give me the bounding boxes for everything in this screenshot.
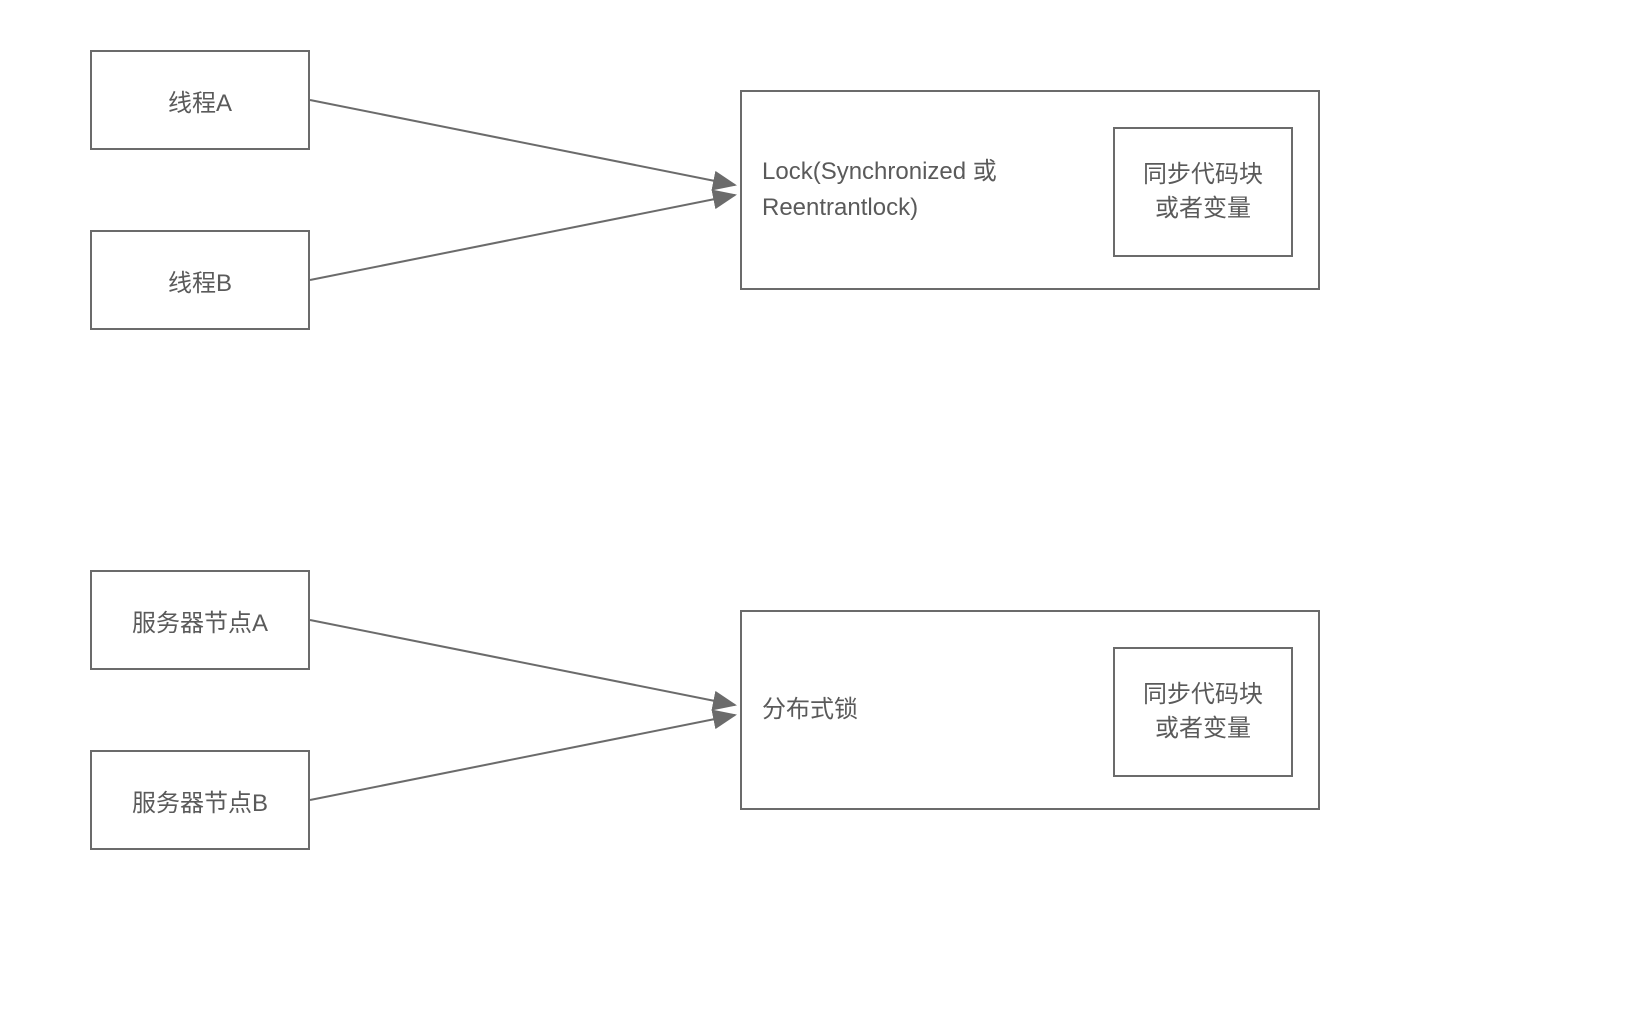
arrow-thread-b <box>310 195 735 280</box>
thread-a-label: 线程A <box>168 83 232 118</box>
server-node-b-box: 服务器节点B <box>90 750 310 850</box>
sync-block-line1: 同步代码块 <box>1143 158 1263 192</box>
thread-a-box: 线程A <box>90 50 310 150</box>
sync-block-line1-2: 同步代码块 <box>1143 678 1263 712</box>
sync-block-box-2: 同步代码块 或者变量 <box>1113 647 1293 777</box>
server-node-a-label: 服务器节点A <box>132 603 268 638</box>
sync-block-line2-2: 或者变量 <box>1155 712 1251 746</box>
server-node-a-box: 服务器节点A <box>90 570 310 670</box>
lock-label: Lock(Synchronized 或Reentrantlock) <box>762 154 1042 226</box>
lock-box: Lock(Synchronized 或Reentrantlock) 同步代码块 … <box>740 90 1320 290</box>
dist-lock-box: 分布式锁 同步代码块 或者变量 <box>740 610 1320 810</box>
sync-block-line2: 或者变量 <box>1155 192 1251 226</box>
sync-block-box-1: 同步代码块 或者变量 <box>1113 127 1293 257</box>
arrow-thread-a <box>310 100 735 185</box>
server-node-b-label: 服务器节点B <box>132 783 268 818</box>
arrow-node-b <box>310 715 735 800</box>
arrow-node-a <box>310 620 735 705</box>
thread-b-label: 线程B <box>168 263 232 298</box>
thread-b-box: 线程B <box>90 230 310 330</box>
dist-lock-label: 分布式锁 <box>762 692 858 728</box>
diagram-container: 线程A 线程B Lock(Synchronized 或Reentrantlock… <box>0 0 1646 1030</box>
